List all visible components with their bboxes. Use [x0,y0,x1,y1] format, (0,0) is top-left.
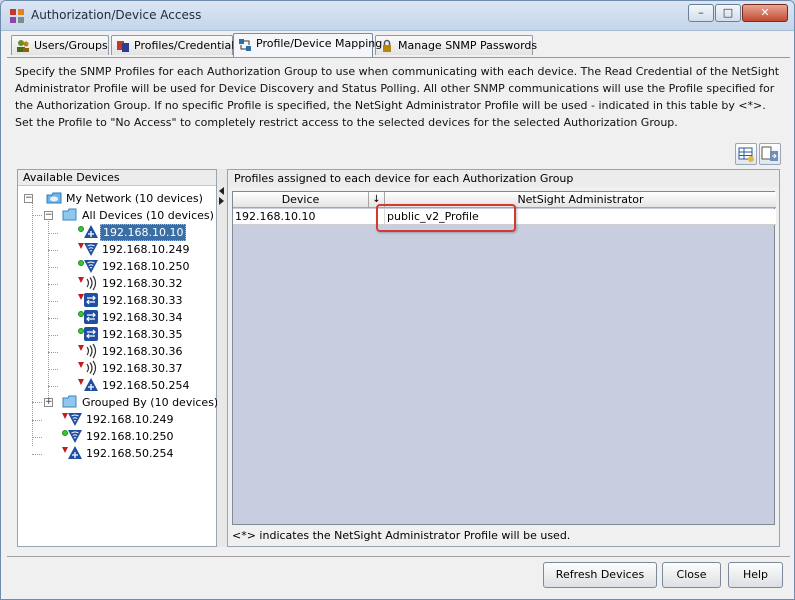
collapse-left-icon[interactable] [219,187,224,195]
wireless-icon [67,428,83,444]
device-ip-label: 192.168.50.254 [86,447,174,460]
column-header-label: NetSight Administrator [517,193,644,206]
help-button[interactable]: Help [728,562,783,588]
refresh-devices-button[interactable]: Refresh Devices [543,562,657,588]
device-ip-label: 192.168.30.35 [102,328,183,341]
divider [7,556,790,557]
device-ip-label: 192.168.10.249 [86,413,174,426]
tree-line [48,352,58,353]
title-bar[interactable]: Authorization/Device Access – □ ✕ [1,1,794,31]
router-icon [83,224,99,240]
tree-line [48,386,58,387]
tree-node-label: Grouped By (10 devices) [82,396,219,409]
wireless-icon [83,258,99,274]
app-icon [10,9,24,23]
tab-profiles-credentials[interactable]: Profiles/Credentials [111,35,240,55]
tab-profile-device-mapping[interactable]: Profile/Device Mapping [233,33,382,57]
tab-users-groups[interactable]: Users/Groups [11,35,109,55]
access-point-icon [83,360,99,376]
close-window-button[interactable]: ✕ [742,4,788,22]
folder-icon [62,395,77,408]
expand-icon[interactable]: + [44,398,53,407]
tab-manage-snmp-passwords[interactable]: Manage SNMP Passwords [375,35,537,55]
tree-line [32,437,42,438]
mapping-icon [239,39,251,51]
minimize-button[interactable]: – [688,4,714,22]
device-ip-label: 192.168.10.250 [102,260,190,273]
tree-line [48,335,58,336]
export-icon [761,146,778,161]
switch-icon [83,326,99,342]
profiles-table: Device ↓ NetSight Administrator 192.168.… [232,191,776,525]
tree-line [48,301,58,302]
collapse-right-icon[interactable] [219,197,224,205]
network-folder-icon [46,192,62,204]
profiles-icon [117,41,129,52]
tree-line [32,198,33,446]
column-header-device[interactable]: Device [233,192,369,208]
export-button[interactable] [759,143,781,165]
description-text: Specify the SNMP Profiles for each Autho… [15,65,780,129]
collapse-icon[interactable]: − [24,194,33,203]
table-view-button[interactable] [735,143,757,165]
tree-node-label: All Devices (10 devices) [82,209,214,222]
users-icon [17,40,29,52]
tree-line [48,250,58,251]
highlight-callout [376,204,516,232]
profiles-panel-header: Profiles assigned to each device for eac… [228,170,779,187]
collapse-icon[interactable]: − [44,211,53,220]
available-devices-panel: Available Devices − My Network (10 devic… [17,169,219,547]
splitter[interactable] [217,169,227,547]
device-ip-label: 192.168.30.34 [102,311,183,324]
device-ip-label: 192.168.30.36 [102,345,183,358]
tree-line [48,318,58,319]
profiles-panel: Profiles assigned to each device for eac… [227,169,780,547]
device-ip-label: 192.168.10.10 [100,224,187,241]
wireless-icon [67,411,83,427]
tree-line [48,369,58,370]
access-point-icon [83,343,99,359]
folder-icon [62,208,77,221]
window-title: Authorization/Device Access [31,8,202,22]
device-ip-label: 192.168.10.249 [102,243,190,256]
device-cell[interactable]: 192.168.10.10 [233,209,385,225]
tree-line [48,233,58,234]
authorization-window: Authorization/Device Access – □ ✕ Users/… [0,0,795,600]
tree-line [32,454,42,455]
tree-line [48,284,58,285]
device-ip-label: 192.168.10.250 [86,430,174,443]
close-button[interactable]: Close [662,562,721,588]
switch-icon [83,309,99,325]
device-ip-label: 192.168.30.37 [102,362,183,375]
router-icon [67,445,83,461]
router-icon [83,377,99,393]
tab-label: Manage SNMP Passwords [398,39,538,52]
device-ip-label: 192.168.30.33 [102,294,183,307]
tab-label: Users/Groups [34,39,108,52]
maximize-button[interactable]: □ [715,4,741,22]
tree-line [32,215,42,216]
column-header-label: Device [281,193,320,206]
tab-label: Profile/Device Mapping [256,37,383,50]
device-ip-label: 192.168.50.254 [102,379,190,392]
tree-line [32,420,42,421]
tree-line [48,215,49,404]
device-ip-label: 192.168.30.32 [102,277,183,290]
tree-node-label: My Network (10 devices) [66,192,203,205]
tree-line [32,402,42,403]
switch-icon [83,292,99,308]
tree-line [48,267,58,268]
tab-label: Profiles/Credentials [134,39,240,52]
wireless-icon [83,241,99,257]
table-footnote: <*> indicates the NetSight Administrator… [232,529,571,542]
table-icon [738,147,754,162]
available-devices-header: Available Devices [18,170,216,186]
access-point-icon [83,275,99,291]
